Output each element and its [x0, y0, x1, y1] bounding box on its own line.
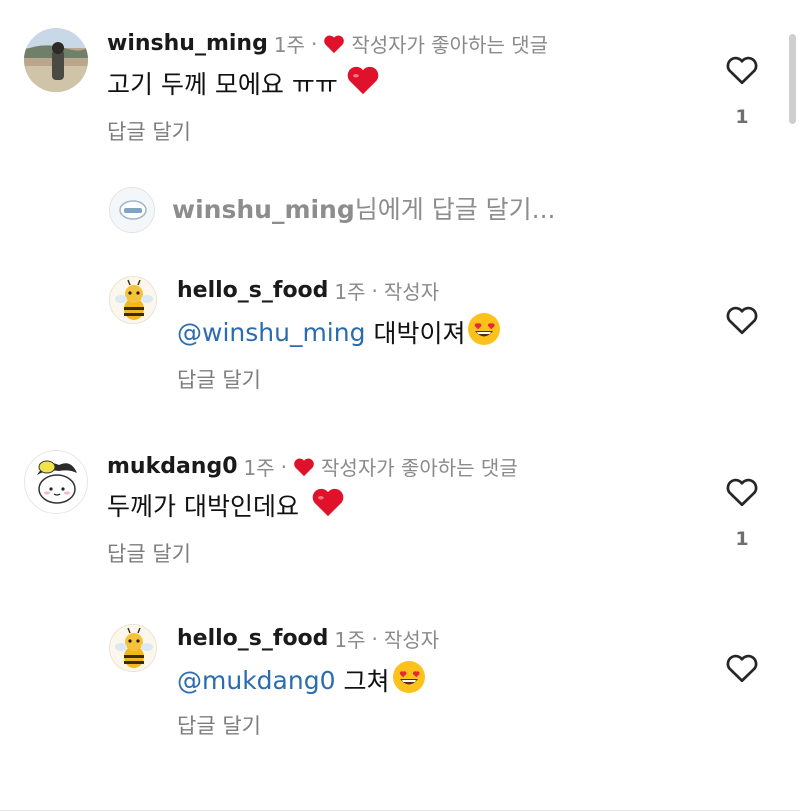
- avatar[interactable]: [24, 28, 88, 92]
- comment-text: 그쳐: [343, 667, 390, 696]
- author-badge: 작성자: [383, 628, 440, 652]
- author-liked-label: 작성자가 좋아하는 댓글: [351, 33, 549, 57]
- mention-link[interactable]: @mukdang0: [177, 666, 335, 695]
- timestamp: 1주: [273, 33, 305, 57]
- comment-text: 고기 두께 모에요 ㅠㅠ: [107, 70, 338, 99]
- timestamp: 1주: [243, 456, 275, 480]
- comment-item: mukdang0 1주 · 작성자가 좋아하는 댓글 두께가 대박인데요 답글 …: [0, 430, 800, 580]
- separator: ·: [310, 31, 318, 56]
- reply-input[interactable]: winshu_ming님에게 답글 달기...: [172, 190, 556, 226]
- author-badge: 작성자: [383, 280, 440, 304]
- heart-outline-icon[interactable]: [724, 52, 760, 88]
- timestamp: 1주: [334, 280, 366, 304]
- reply-input-placeholder: 님에게 답글 달기...: [354, 195, 556, 224]
- red-heart-emoji: [311, 486, 345, 524]
- heart-outline-icon[interactable]: [724, 302, 760, 338]
- reply-button[interactable]: 답글 달기: [177, 364, 261, 394]
- comment-text: 두께가 대박인데요: [107, 492, 299, 521]
- like-count: 1: [735, 106, 749, 128]
- username[interactable]: hello_s_food: [177, 278, 328, 303]
- reply-item: hello_s_food 1주 · 작성자 @mukdang0 그쳐 답글 달기: [0, 610, 800, 750]
- separator: ·: [280, 454, 288, 479]
- mention-link[interactable]: @winshu_ming: [177, 318, 365, 347]
- red-heart-icon: [323, 34, 345, 54]
- avatar[interactable]: [109, 276, 157, 324]
- reply-item: hello_s_food 1주 · 작성자 @winshu_ming 대박이져 …: [0, 260, 800, 400]
- heart-eyes-emoji: [467, 312, 501, 352]
- heart-outline-icon[interactable]: [724, 474, 760, 510]
- reply-button[interactable]: 답글 달기: [107, 538, 191, 568]
- heart-eyes-emoji: [392, 660, 426, 700]
- separator: ·: [371, 278, 378, 303]
- avatar[interactable]: [24, 450, 88, 514]
- separator: ·: [371, 626, 378, 651]
- username[interactable]: mukdang0: [107, 454, 238, 479]
- username[interactable]: winshu_ming: [107, 31, 268, 56]
- author-liked-label: 작성자가 좋아하는 댓글: [321, 456, 518, 480]
- comment-item: winshu_ming 1주 · 작성자가 좋아하는 댓글 고기 두께 모에요 …: [0, 0, 800, 160]
- heart-outline-icon[interactable]: [724, 650, 760, 686]
- reply-target-username: winshu_ming: [172, 195, 355, 224]
- username[interactable]: hello_s_food: [177, 626, 328, 651]
- red-heart-icon: [293, 457, 315, 477]
- reply-button[interactable]: 답글 달기: [107, 116, 191, 146]
- like-count: 1: [735, 528, 749, 550]
- avatar[interactable]: [109, 624, 157, 672]
- red-heart-emoji: [346, 64, 380, 102]
- timestamp: 1주: [334, 628, 366, 652]
- comment-text: 대박이져: [373, 319, 466, 348]
- scrollbar[interactable]: [789, 34, 796, 124]
- current-user-avatar: [109, 187, 155, 233]
- reply-button[interactable]: 답글 달기: [177, 710, 261, 740]
